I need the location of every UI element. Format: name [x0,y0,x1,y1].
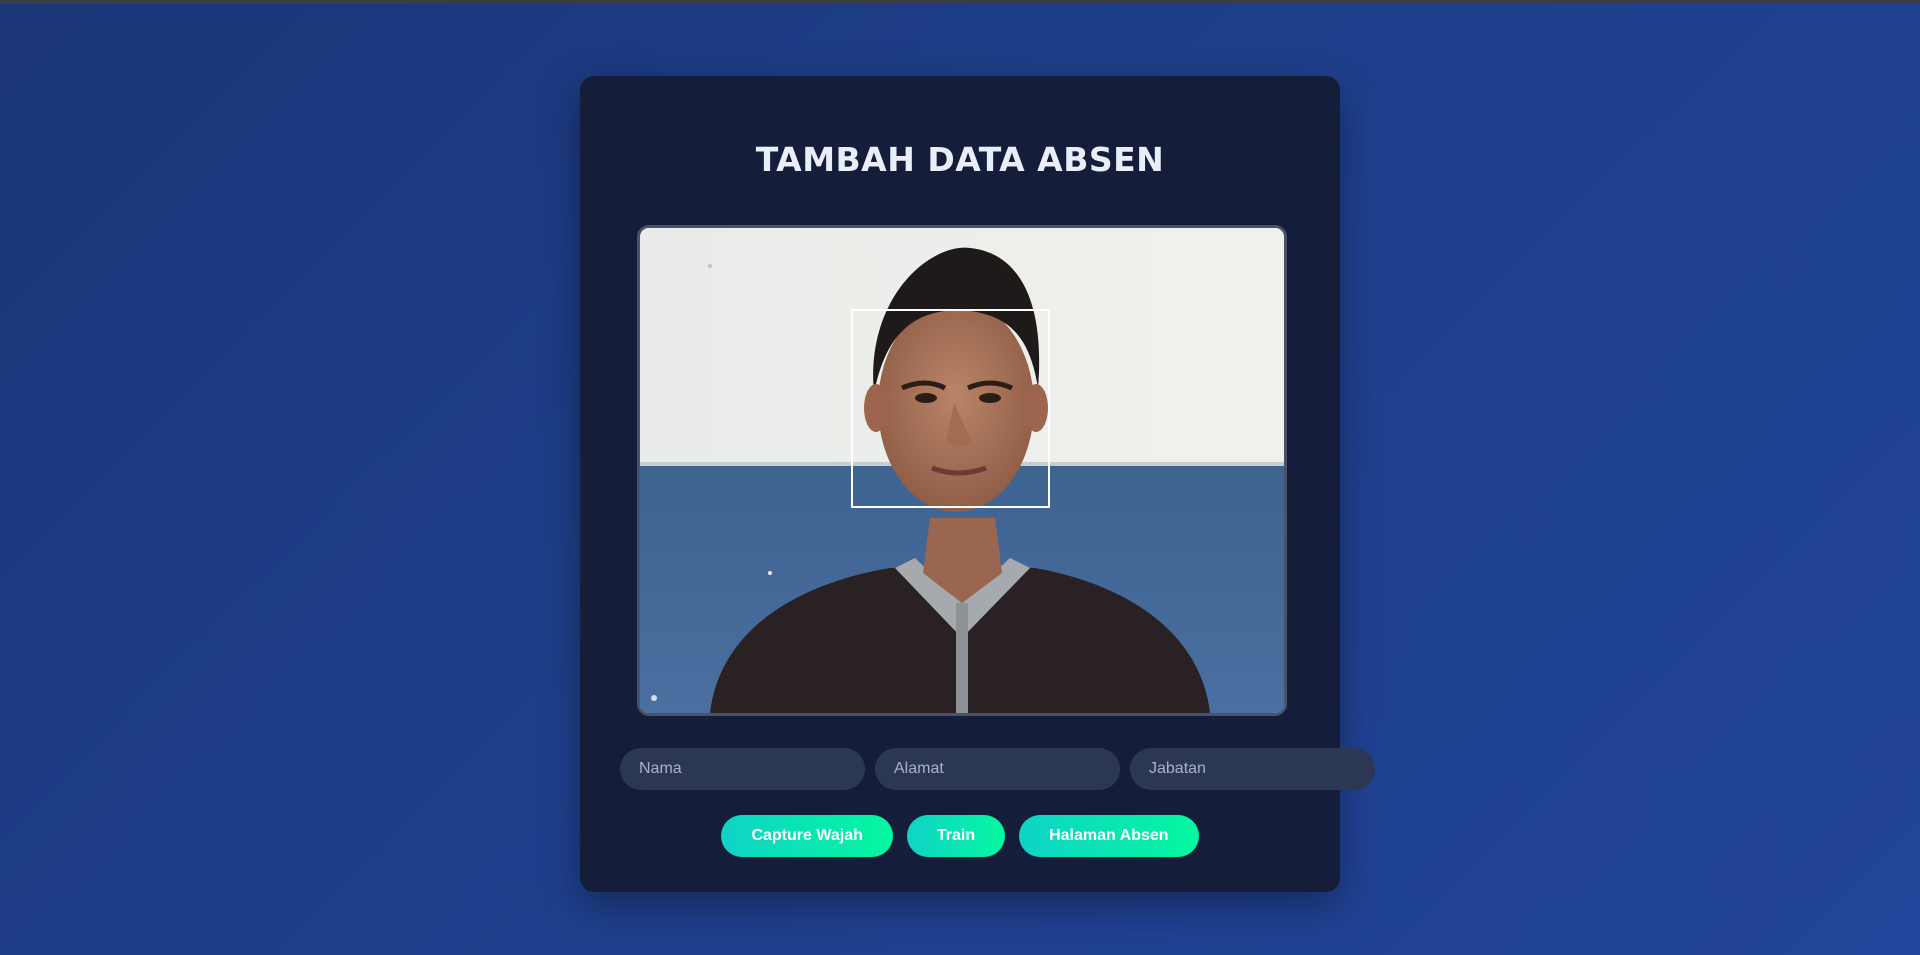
train-button[interactable]: Train [906,815,1006,857]
page-title: TAMBAH DATA ABSEN [755,140,1165,179]
employee-form [620,748,1375,790]
action-buttons: Capture Wajah Train Halaman Absen [580,815,1340,857]
attendance-page-button[interactable]: Halaman Absen [1019,815,1199,857]
capture-face-button[interactable]: Capture Wajah [721,815,893,857]
alamat-input[interactable] [875,748,1120,790]
face-detection-box [851,309,1050,508]
jabatan-input[interactable] [1130,748,1375,790]
browser-top-strip [0,0,1920,4]
nama-input[interactable] [620,748,865,790]
